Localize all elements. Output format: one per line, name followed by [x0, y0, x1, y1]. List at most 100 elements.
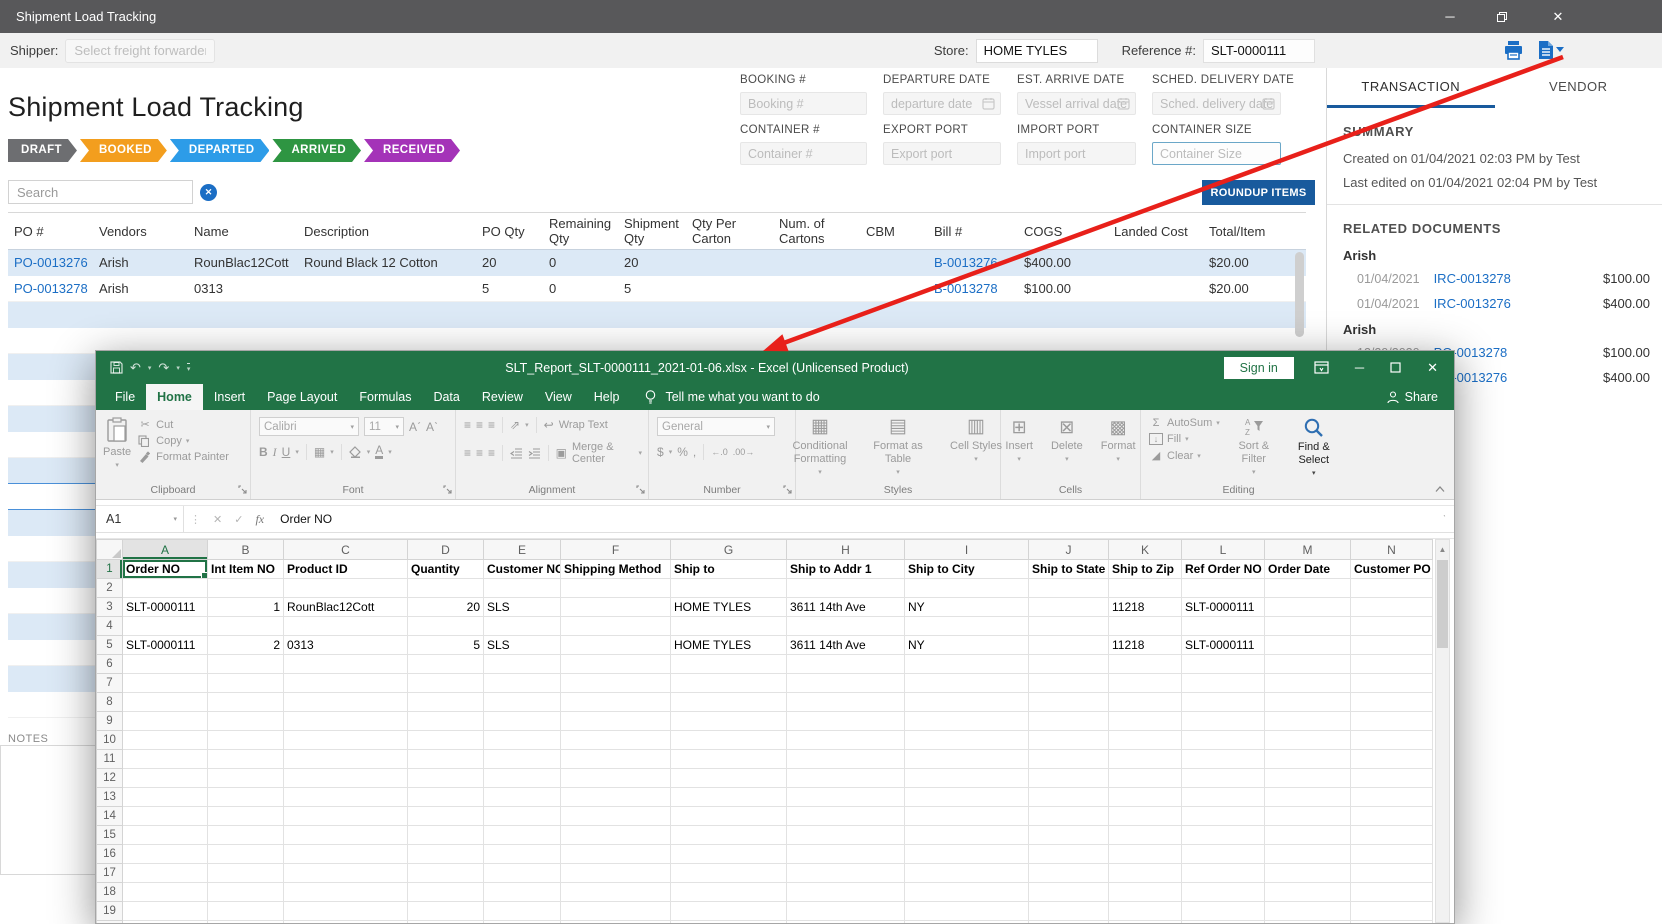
cell-M19[interactable] [1265, 902, 1351, 921]
cell-I3[interactable]: NY [905, 598, 1029, 617]
excel-tab-help[interactable]: Help [583, 384, 631, 410]
tab-vendor[interactable]: VENDOR [1495, 68, 1662, 108]
cell-I12[interactable] [905, 769, 1029, 788]
accounting-format-icon[interactable]: $ [657, 445, 664, 459]
cell-D3[interactable]: 20 [408, 598, 484, 617]
cell-B4[interactable] [208, 617, 284, 636]
cell-L16[interactable] [1182, 845, 1265, 864]
cell-M6[interactable] [1265, 655, 1351, 674]
cell-J5[interactable] [1029, 636, 1109, 655]
cell-F12[interactable] [561, 769, 671, 788]
cell-G19[interactable] [671, 902, 787, 921]
tell-me-box[interactable]: Tell me what you want to do [665, 390, 819, 404]
cell-N9[interactable] [1351, 712, 1433, 731]
cell-F17[interactable] [561, 864, 671, 883]
name-box-caret-icon[interactable]: ▾ [173, 515, 177, 523]
cell-D11[interactable] [408, 750, 484, 769]
share-button[interactable]: Share [1387, 384, 1438, 410]
merge-center-icon[interactable]: ▣ [556, 446, 567, 460]
cell-G5[interactable]: HOME TYLES [671, 636, 787, 655]
cell-J15[interactable] [1029, 826, 1109, 845]
cell-C13[interactable] [284, 788, 408, 807]
cell-M12[interactable] [1265, 769, 1351, 788]
column-header-H[interactable]: H [787, 540, 905, 560]
cell-E1[interactable]: Customer NO [484, 560, 561, 579]
cell-K14[interactable] [1109, 807, 1182, 826]
cell-L7[interactable] [1182, 674, 1265, 693]
scroll-thumb[interactable] [1437, 560, 1448, 648]
cell-N16[interactable] [1351, 845, 1433, 864]
cell-M3[interactable] [1265, 598, 1351, 617]
cell-H17[interactable] [787, 864, 905, 883]
cell-N15[interactable] [1351, 826, 1433, 845]
cell-J12[interactable] [1029, 769, 1109, 788]
cell-C2[interactable] [284, 579, 408, 598]
insert-function-icon[interactable]: fx [255, 512, 264, 527]
cell-N4[interactable] [1351, 617, 1433, 636]
cell-B10[interactable] [208, 731, 284, 750]
cell-L2[interactable] [1182, 579, 1265, 598]
cell-K16[interactable] [1109, 845, 1182, 864]
cell-J1[interactable]: Ship to State [1029, 560, 1109, 579]
cell-J8[interactable] [1029, 693, 1109, 712]
cell-F13[interactable] [561, 788, 671, 807]
cell-F19[interactable] [561, 902, 671, 921]
cell-F18[interactable] [561, 883, 671, 902]
formula-input[interactable]: Order NO [280, 512, 1443, 526]
cell-N17[interactable] [1351, 864, 1433, 883]
reference-input[interactable] [1203, 39, 1315, 63]
column-header-G[interactable]: G [671, 540, 787, 560]
cell-M17[interactable] [1265, 864, 1351, 883]
cell-E20[interactable] [484, 921, 561, 924]
cell-H19[interactable] [787, 902, 905, 921]
cell-B16[interactable] [208, 845, 284, 864]
cell-K10[interactable] [1109, 731, 1182, 750]
column-header-K[interactable]: K [1109, 540, 1182, 560]
cell-C12[interactable] [284, 769, 408, 788]
cell-I5[interactable]: NY [905, 636, 1029, 655]
row-header-18[interactable]: 18 [97, 883, 123, 902]
cell-B14[interactable] [208, 807, 284, 826]
row-header-11[interactable]: 11 [97, 750, 123, 769]
cell-A5[interactable]: SLT-0000111 [123, 636, 208, 655]
wrap-text-icon[interactable]: ↩ [544, 418, 554, 432]
cell-N20[interactable] [1351, 921, 1433, 924]
cell-D8[interactable] [408, 693, 484, 712]
cell-H16[interactable] [787, 845, 905, 864]
bill-link[interactable]: B-0013276 [934, 255, 998, 270]
cell-K19[interactable] [1109, 902, 1182, 921]
cell-H9[interactable] [787, 712, 905, 731]
cell-B17[interactable] [208, 864, 284, 883]
cell-J13[interactable] [1029, 788, 1109, 807]
cell-M16[interactable] [1265, 845, 1351, 864]
cell-A10[interactable] [123, 731, 208, 750]
cell-G17[interactable] [671, 864, 787, 883]
underline-button[interactable]: U [282, 445, 291, 459]
cell-I11[interactable] [905, 750, 1029, 769]
cell-I14[interactable] [905, 807, 1029, 826]
column-header-I[interactable]: I [905, 540, 1029, 560]
close-icon[interactable]: ✕ [1550, 9, 1566, 25]
cell-C14[interactable] [284, 807, 408, 826]
cell-D16[interactable] [408, 845, 484, 864]
cell-C19[interactable] [284, 902, 408, 921]
copy-button[interactable]: Copy▾ [138, 435, 229, 447]
field-input-booking[interactable] [740, 92, 867, 115]
fill-button[interactable]: ↓Fill▾ [1149, 433, 1220, 445]
column-header-M[interactable]: M [1265, 540, 1351, 560]
column-header-F[interactable]: F [561, 540, 671, 560]
cell-H18[interactable] [787, 883, 905, 902]
cell-D18[interactable] [408, 883, 484, 902]
cell-E15[interactable] [484, 826, 561, 845]
borders-icon[interactable]: ▦ [314, 445, 325, 459]
cell-A4[interactable] [123, 617, 208, 636]
cell-I17[interactable] [905, 864, 1029, 883]
cell-K9[interactable] [1109, 712, 1182, 731]
cell-B12[interactable] [208, 769, 284, 788]
cell-J3[interactable] [1029, 598, 1109, 617]
cell-N10[interactable] [1351, 731, 1433, 750]
cell-F9[interactable] [561, 712, 671, 731]
excel-minimize-icon[interactable]: ─ [1355, 360, 1364, 375]
undo-icon[interactable]: ↶ [130, 361, 141, 374]
row-header-10[interactable]: 10 [97, 731, 123, 750]
